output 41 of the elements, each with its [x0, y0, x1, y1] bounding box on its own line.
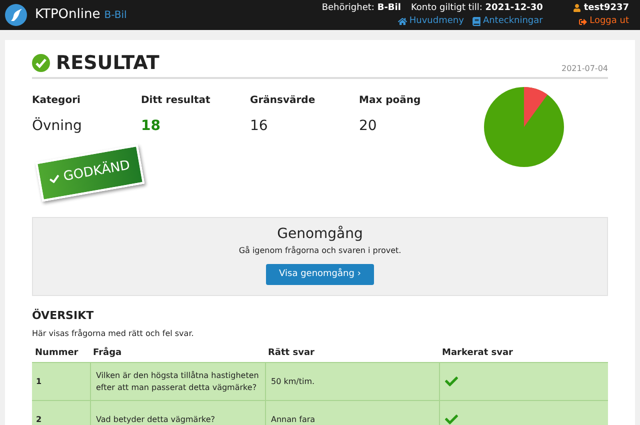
- stat-value: 16: [250, 117, 269, 136]
- table-cell: Annan fara: [265, 400, 439, 425]
- brand-subtitle: B-Bil: [104, 8, 127, 22]
- stat-value: Övning: [32, 116, 83, 136]
- table-cell: 2: [32, 400, 90, 425]
- account-validity-text: Konto giltigt till: 2021-12-30: [410, 2, 543, 14]
- table-cell: Vilken är den högsta tillåtna hastigheten efter att man passerat detta vägmärke?: [90, 362, 265, 400]
- column-header: Rätt svar: [267, 346, 316, 360]
- review-text: Gå igenom frågorna och svaren i provet.: [238, 245, 402, 257]
- logo-icon: [5, 4, 27, 26]
- show-review-button[interactable]: Visa genomgång ›: [266, 264, 374, 285]
- stat-value: 18: [141, 117, 162, 136]
- stat-label: Gränsvärde: [250, 94, 316, 108]
- permission-text: Behörighet: B-Bil: [322, 2, 401, 14]
- page-title: RESULTAT: [56, 54, 160, 73]
- table-cell: Vad betyder detta vägmärke?: [90, 400, 265, 425]
- column-header: Nummer: [34, 346, 80, 360]
- nav-link[interactable]: Anteckningar: [472, 15, 543, 28]
- check-circle-icon: [32, 54, 50, 72]
- stat-label: Ditt resultat: [141, 94, 212, 108]
- date-text: 2021-07-04: [562, 63, 608, 75]
- review-title: Genomgång: [277, 224, 363, 244]
- nav-link[interactable]: Huvudmeny: [398, 15, 464, 28]
- user-icon: [572, 4, 581, 12]
- logout-link[interactable]: Logga ut: [578, 15, 629, 28]
- home-icon: [398, 17, 408, 26]
- brand-name: KTPOnline: [35, 6, 100, 24]
- stat-label: Max poäng: [359, 94, 422, 108]
- column-header: Fråga: [92, 346, 123, 360]
- passed-stamp: GODKÄND: [35, 144, 145, 202]
- table-cell: 1: [32, 362, 90, 400]
- logout-icon: [578, 18, 587, 26]
- overview-title: ÖVERSIKT: [32, 308, 95, 324]
- check-icon: [49, 173, 61, 185]
- stat-label: Kategori: [32, 94, 82, 108]
- username-link[interactable]: test9237: [572, 2, 629, 15]
- column-header: Markerat svar: [441, 346, 514, 360]
- stat-value: 20: [359, 117, 378, 136]
- overview-text: Här visas frågorna med rätt och fel svar.: [32, 328, 195, 340]
- table-cell: 50 km/tim.: [265, 362, 439, 400]
- book-icon: [472, 17, 481, 26]
